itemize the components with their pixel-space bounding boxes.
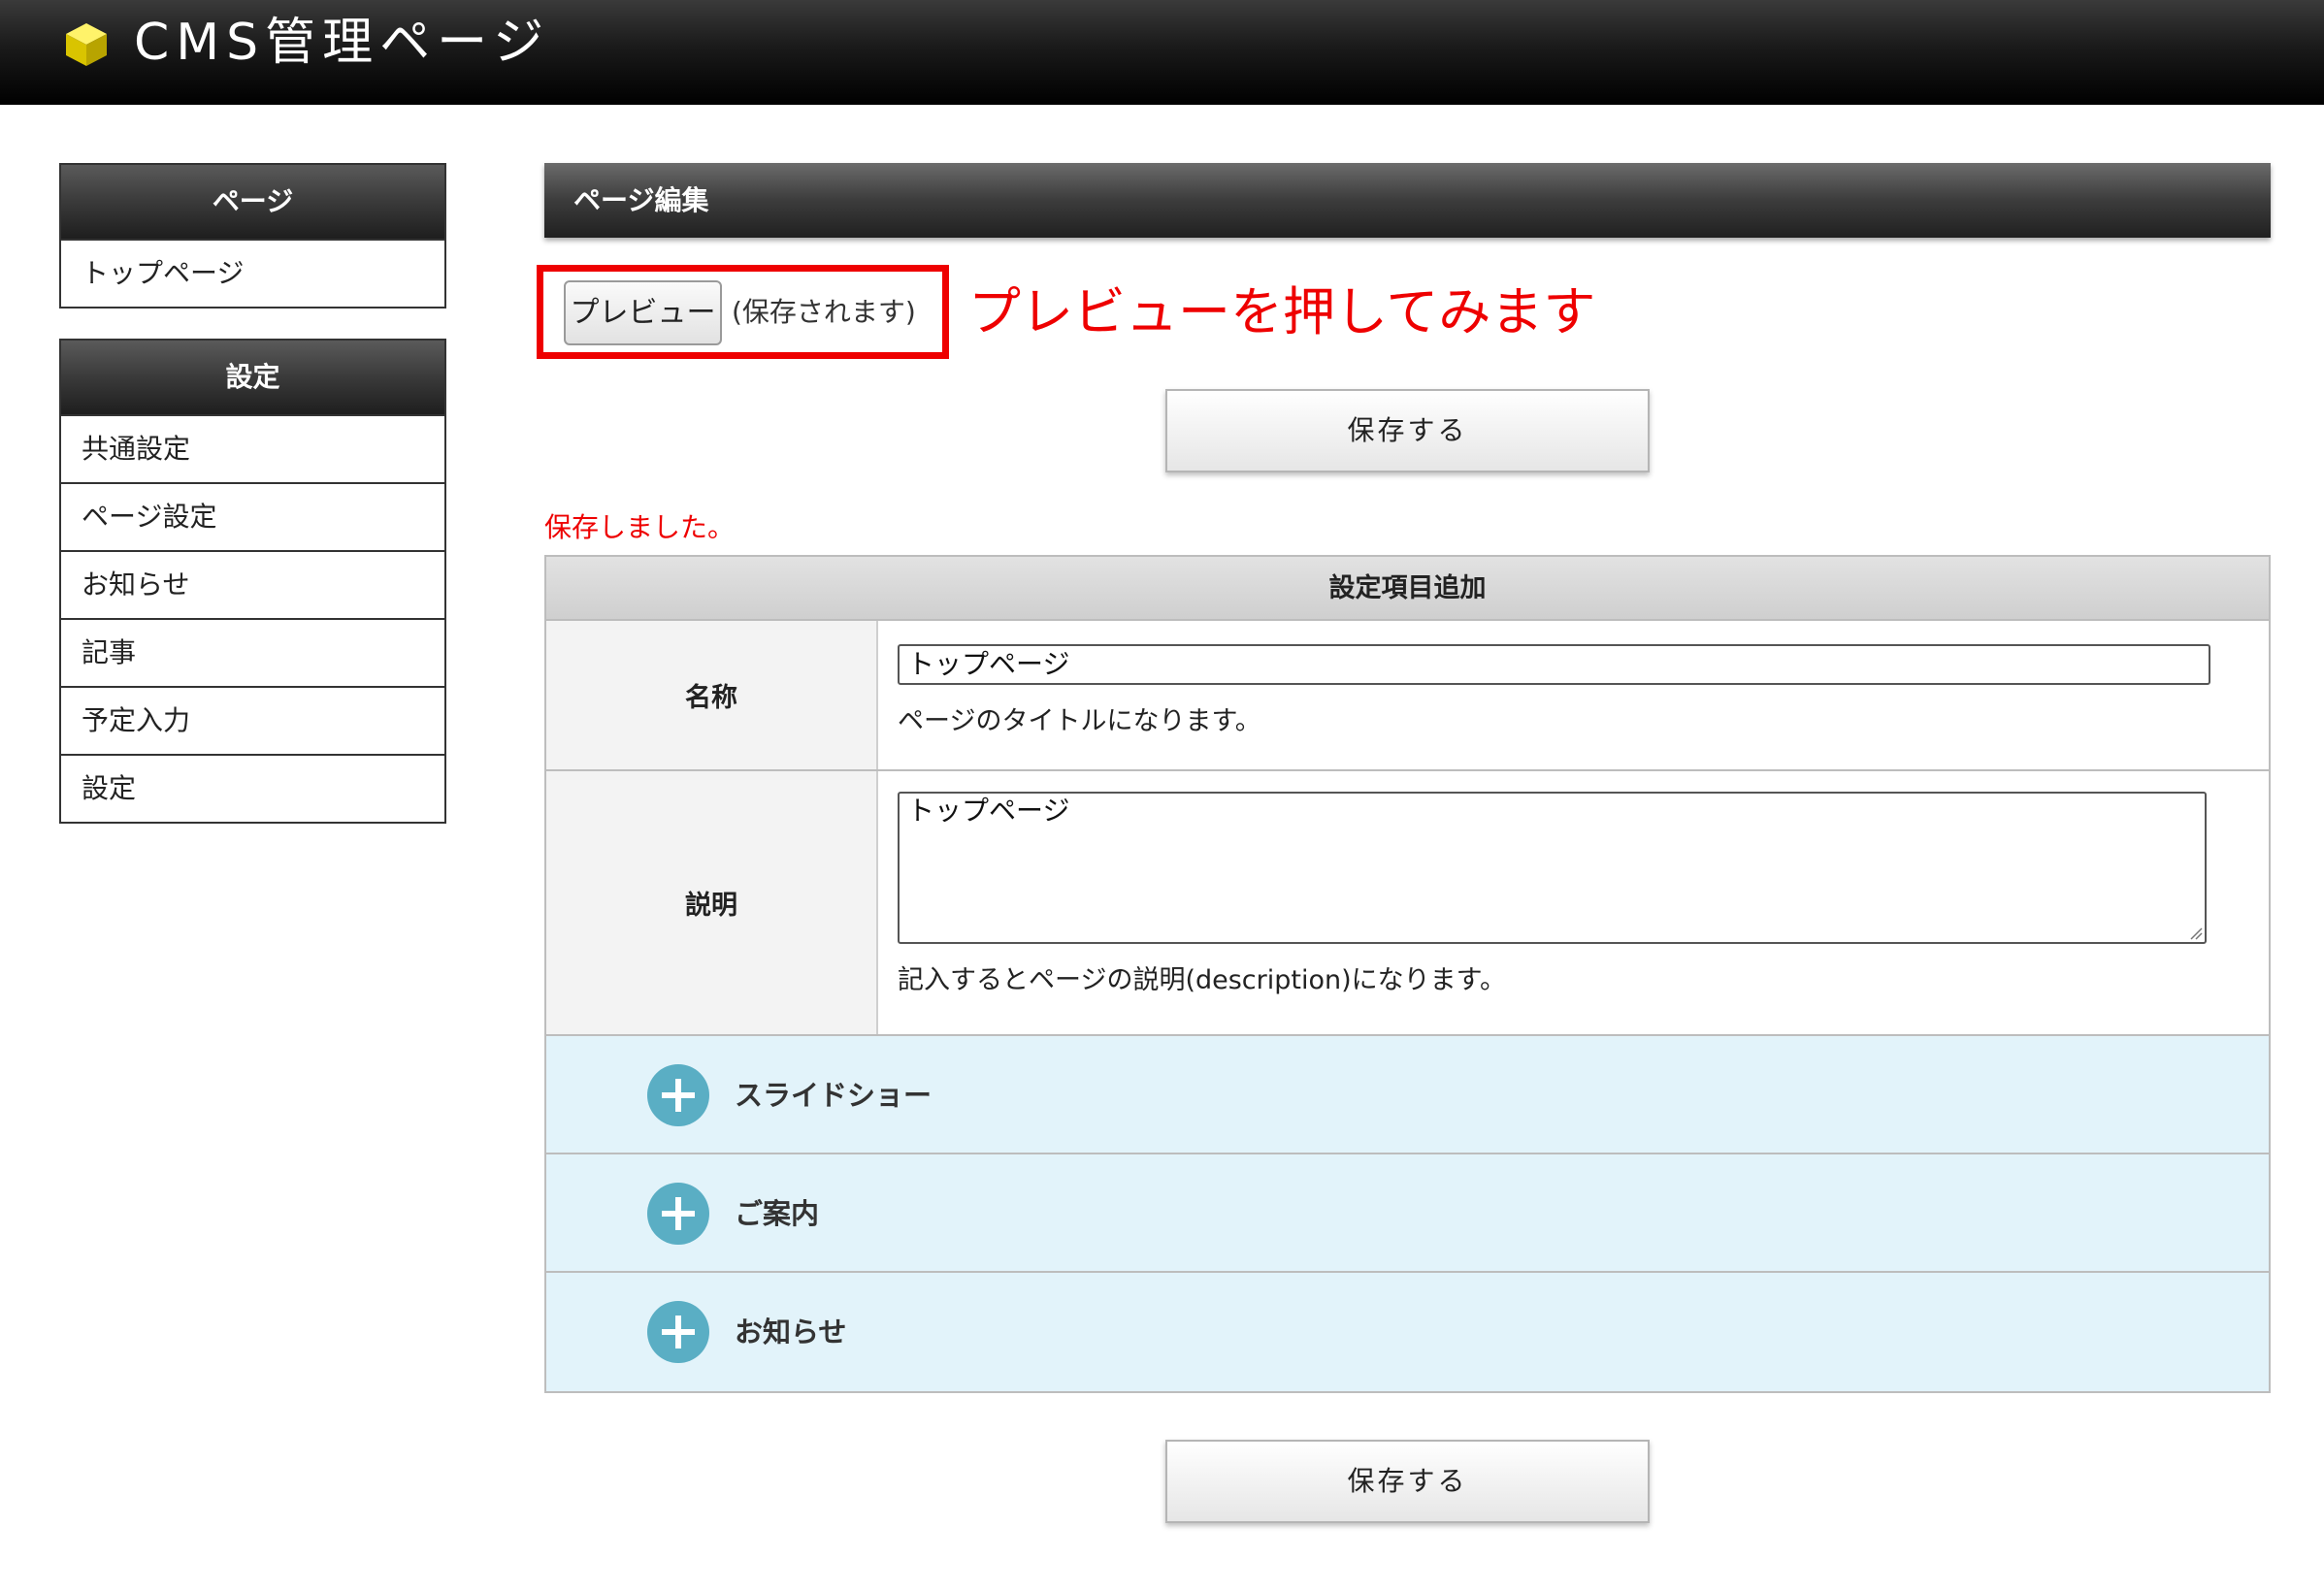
sidebar-item-news[interactable]: お知らせ <box>61 550 444 618</box>
description-text: トップページ <box>907 795 1070 827</box>
page-edit-heading: ページ編集 <box>544 163 2271 238</box>
name-row: 名称 トップページ ページのタイトルになります。 <box>546 621 2269 771</box>
preview-button[interactable]: プレビュー <box>564 280 722 345</box>
name-hint: ページのタイトルになります。 <box>898 706 1261 736</box>
save-button-top[interactable]: 保存する <box>1165 389 1650 472</box>
description-textarea[interactable]: トップページ <box>898 792 2207 944</box>
plus-circle-icon[interactable] <box>647 1301 709 1363</box>
plus-circle-icon[interactable] <box>647 1064 709 1126</box>
name-input[interactable]: トップページ <box>898 644 2210 685</box>
add-news-label: お知らせ <box>735 1316 847 1348</box>
add-slideshow-row[interactable]: スライドショー <box>546 1036 2269 1154</box>
sidebar-item-top-page[interactable]: トップページ <box>61 239 444 307</box>
save-button-bottom[interactable]: 保存する <box>1165 1440 1650 1523</box>
add-slideshow-label: スライドショー <box>735 1079 933 1112</box>
top-header-bar: CMS管理ページ <box>0 0 2324 105</box>
sidebar-item-articles[interactable]: 記事 <box>61 618 444 686</box>
app-title: CMS管理ページ <box>134 14 551 72</box>
sidebar-item-settings[interactable]: 設定 <box>61 754 444 822</box>
add-news-row[interactable]: お知らせ <box>546 1273 2269 1391</box>
preview-note: (保存されます) <box>732 296 916 328</box>
resize-grip-icon[interactable] <box>2187 925 2203 940</box>
add-guide-label: ご案内 <box>735 1197 820 1230</box>
annotation-callout: プレビューを押してみます <box>968 281 1596 342</box>
name-cell: トップページ ページのタイトルになります。 <box>878 621 2269 769</box>
yellow-cube-icon <box>66 23 107 66</box>
sidebar-item-page-settings[interactable]: ページ設定 <box>61 482 444 550</box>
description-label: 説明 <box>546 771 878 1034</box>
sidebar-item-common-settings[interactable]: 共通設定 <box>61 414 444 482</box>
plus-circle-icon[interactable] <box>647 1183 709 1245</box>
table-header: 設定項目追加 <box>546 557 2269 621</box>
description-hint: 記入するとページの説明(description)になります。 <box>898 965 1506 995</box>
saved-message: 保存しました。 <box>544 511 736 543</box>
sidebar-settings-heading: 設定 <box>61 341 444 414</box>
sidebar-item-schedule-input[interactable]: 予定入力 <box>61 686 444 754</box>
sidebar-settings-section: 設定 共通設定 ページ設定 お知らせ 記事 予定入力 設定 <box>59 339 446 824</box>
description-row: 説明 トップページ 記入するとページの説明(description)になります。 <box>546 771 2269 1036</box>
add-guide-row[interactable]: ご案内 <box>546 1154 2269 1273</box>
sidebar-page-heading: ページ <box>61 165 444 239</box>
name-label: 名称 <box>546 621 878 769</box>
settings-table: 設定項目追加 名称 トップページ ページのタイトルになります。 説明 トップペー… <box>544 555 2271 1393</box>
description-cell: トップページ 記入するとページの説明(description)になります。 <box>878 771 2269 1034</box>
sidebar-page-section: ページ トップページ <box>59 163 446 309</box>
